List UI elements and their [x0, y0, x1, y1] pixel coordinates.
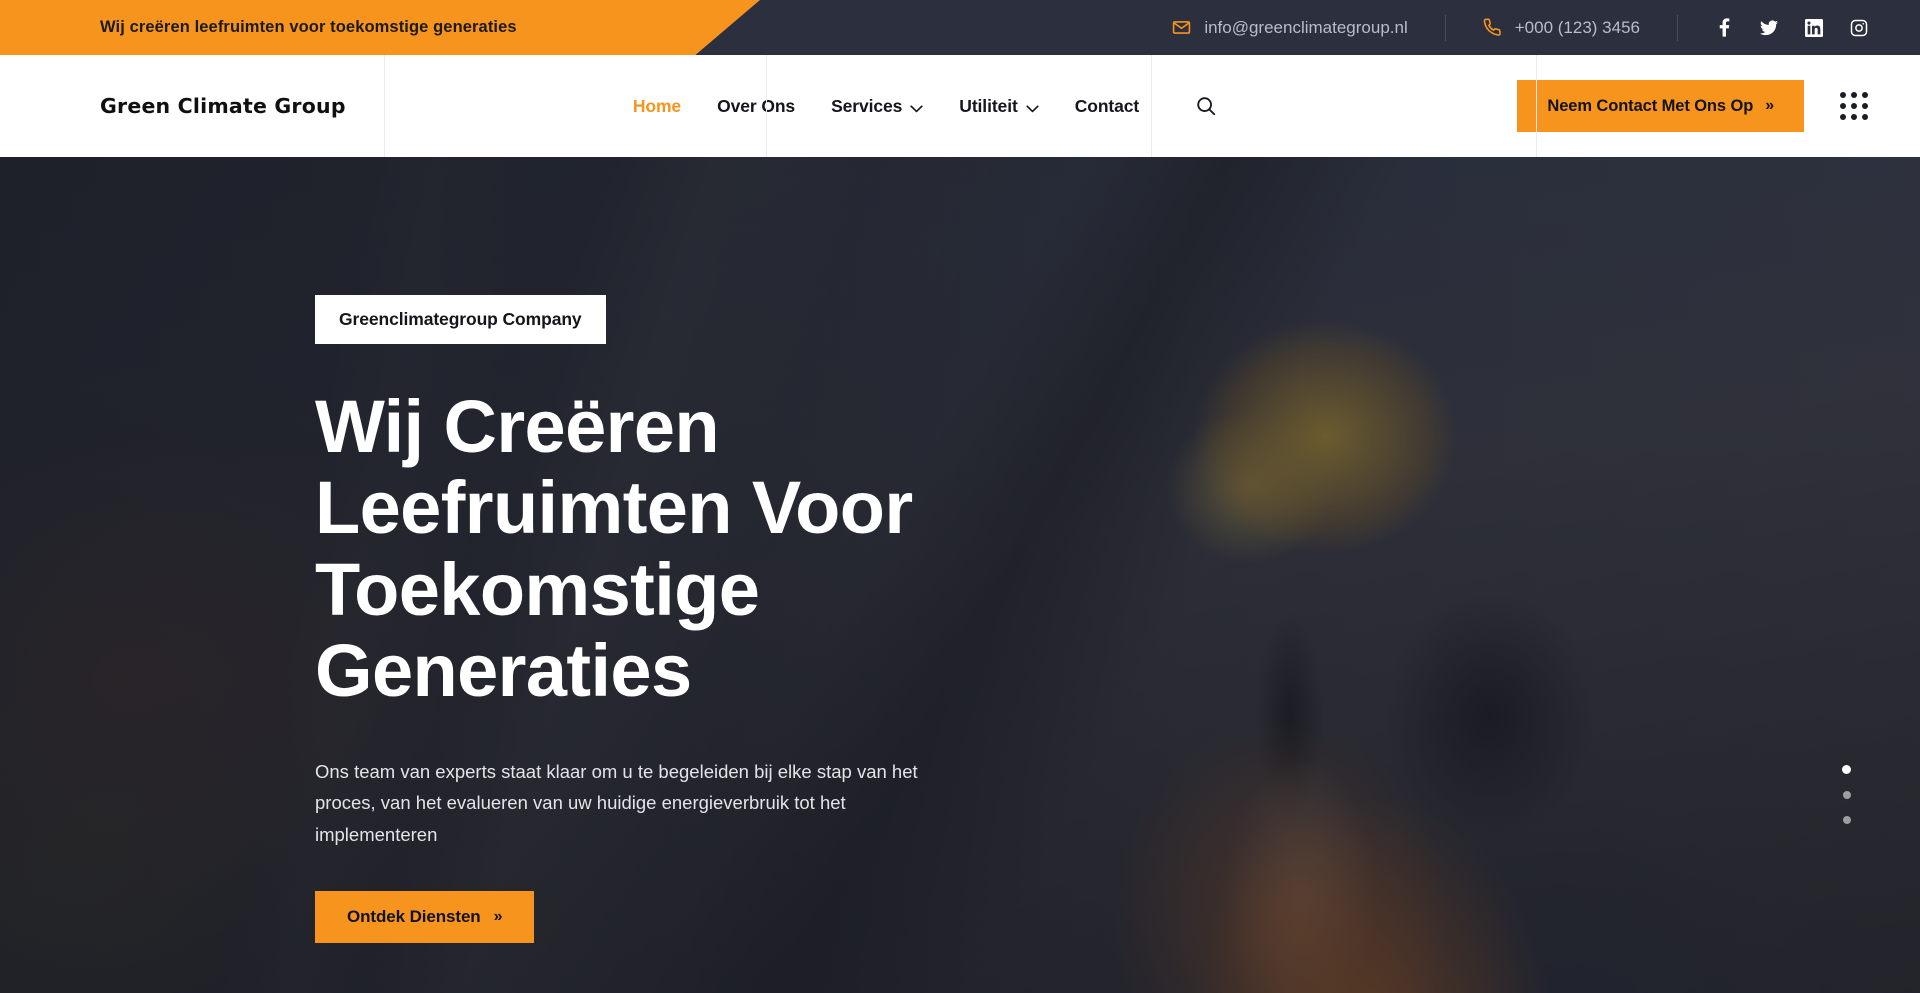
chevron-down-icon [910, 97, 923, 118]
ontdek-diensten-button[interactable]: Ontdek Diensten » [315, 891, 535, 943]
hero-badge: Greenclimategroup Company [315, 295, 606, 344]
top-bar-email-text: info@greenclimategroup.nl [1204, 17, 1408, 37]
chevron-down-icon [1026, 97, 1039, 118]
top-bar-phone-text: +000 (123) 3456 [1514, 17, 1640, 37]
hero-content: Greenclimategroup Company Wij Creëren Le… [0, 157, 1920, 943]
ontdek-diensten-label: Ontdek Diensten [347, 907, 481, 926]
double-chevron-right-icon: » [493, 908, 503, 925]
facebook-icon[interactable] [1715, 18, 1733, 37]
hero-section: Greenclimategroup Company Wij Creëren Le… [0, 157, 1920, 993]
instagram-icon[interactable] [1850, 19, 1868, 37]
contact-cta-label: Neem Contact Met Ons Op [1547, 96, 1754, 115]
social-links [1715, 18, 1868, 37]
hero-title: Wij Creëren Leefruimten Voor Toekomstige… [315, 385, 913, 713]
contact-cta-button[interactable]: Neem Contact Met Ons Op » [1517, 80, 1804, 132]
grid-dots-icon[interactable] [1840, 92, 1868, 120]
twitter-icon[interactable] [1760, 19, 1778, 37]
top-bar-tagline: Wij creëren leefruimten voor toekomstige… [100, 18, 517, 36]
nav-item-utiliteit-label: Utiliteit [959, 95, 1018, 116]
header-divider-1 [384, 55, 385, 157]
search-icon[interactable] [1193, 93, 1219, 119]
slider-dot-2[interactable] [1842, 791, 1851, 799]
nav-item-contact-label: Contact [1074, 95, 1140, 116]
nav-item-over-ons[interactable]: Over Ons [699, 96, 813, 117]
top-bar: Wij creëren leefruimten voor toekomstige… [0, 0, 1920, 55]
top-bar-email[interactable]: info@greenclimategroup.nl [1172, 17, 1408, 38]
top-bar-contact-group: info@greenclimategroup.nl +000 (123) 345… [1172, 0, 1920, 55]
header-actions: Neem Contact Met Ons Op » [1450, 55, 1920, 157]
nav-item-over-ons-label: Over Ons [717, 95, 796, 116]
top-bar-divider-2 [1677, 14, 1678, 41]
header-divider-3 [1151, 55, 1152, 157]
envelope-icon [1172, 18, 1191, 37]
slider-pagination [1842, 765, 1851, 824]
main-navigation: Home Over Ons Services Utiliteit Contact [384, 55, 1450, 157]
logo-text: Green Climate Group [100, 94, 346, 118]
slider-dot-1[interactable] [1842, 765, 1851, 774]
header-divider-2 [766, 55, 767, 157]
nav-item-utiliteit[interactable]: Utiliteit [941, 95, 1056, 118]
hero-subtitle: Ons team van experts staat klaar om u te… [315, 760, 918, 846]
top-bar-divider-1 [1444, 14, 1446, 41]
phone-icon [1483, 18, 1502, 37]
logo[interactable]: Green Climate Group [0, 55, 384, 157]
nav-item-home[interactable]: Home [615, 96, 699, 117]
header-divider-4 [1536, 55, 1537, 157]
nav-item-services-label: Services [831, 95, 903, 116]
nav-item-contact[interactable]: Contact [1057, 96, 1157, 117]
site-header: Green Climate Group Home Over Ons Servic… [0, 55, 1920, 157]
nav-item-services[interactable]: Services [813, 95, 941, 118]
linkedin-icon[interactable] [1805, 18, 1823, 37]
nav-item-home-label: Home [632, 95, 682, 116]
slider-dot-3[interactable] [1842, 816, 1851, 824]
nav-list: Home Over Ons Services Utiliteit Contact [615, 95, 1157, 118]
double-chevron-right-icon: » [1765, 97, 1774, 114]
top-bar-phone[interactable]: +000 (123) 3456 [1483, 18, 1640, 38]
